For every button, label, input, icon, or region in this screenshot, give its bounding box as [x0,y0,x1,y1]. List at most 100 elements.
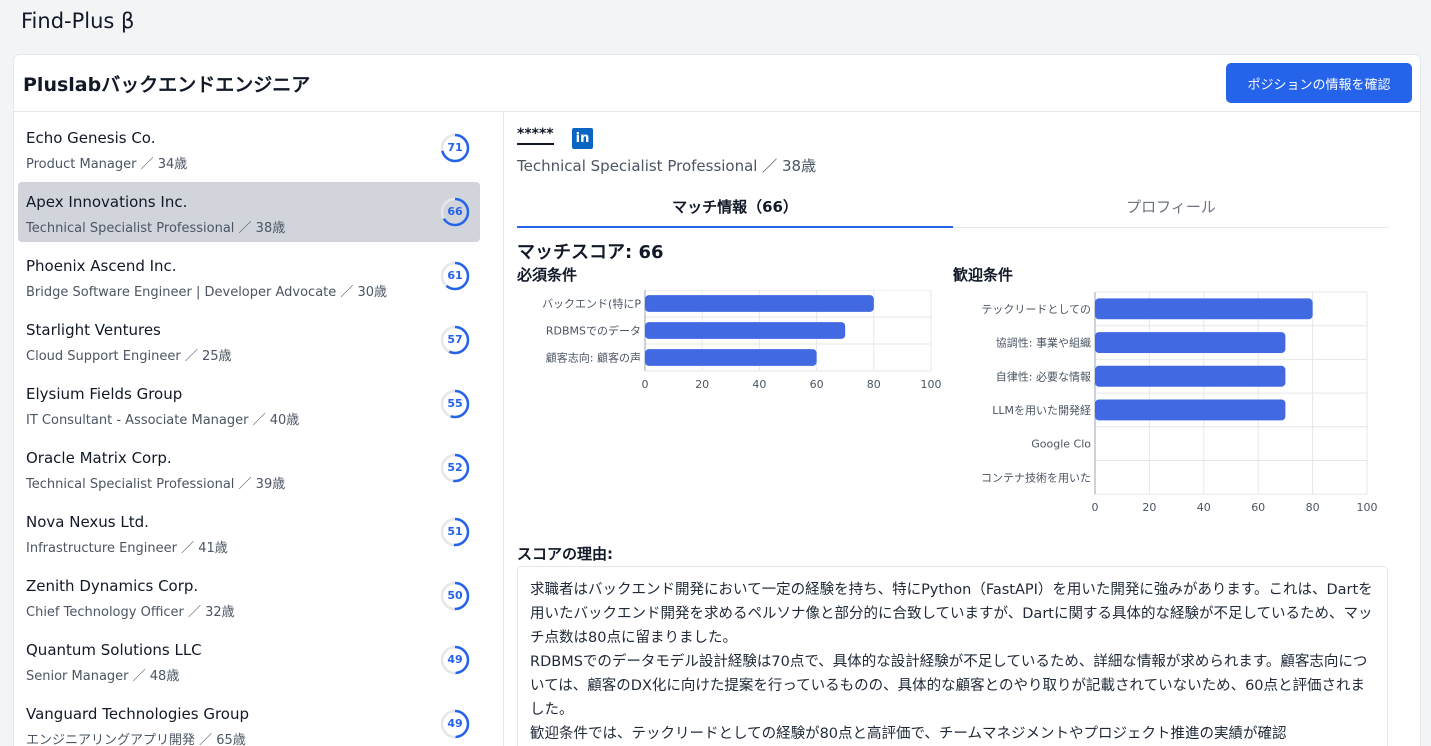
score-value: 61 [447,269,463,282]
score-value: 71 [447,141,463,154]
score-ring: 51 [439,516,471,548]
score-value: 49 [447,717,463,730]
bar [645,295,874,312]
required-conditions-label: 必須条件 [517,266,578,284]
candidate-item[interactable]: Elysium Fields Group IT Consultant - Asso… [18,374,480,434]
candidate-company: Elysium Fields Group [26,385,183,403]
candidate-role-age: Senior Manager ／ 48歳 [26,669,180,684]
candidate-item[interactable]: Quantum Solutions LLC Senior Manager ／ 48… [18,630,480,690]
candidate-role-age: Technical Specialist Professional ／ 38歳 [26,221,286,236]
required-conditions-chart: バックエンド(特にP RDBMSでのデータ顧客志向: 顧客の声0 20 40 60 80 1… [542,290,942,391]
category-label: 顧客志向: 顧客の声 [546,351,641,365]
linkedin-icon[interactable]: in [572,128,593,149]
score-reason-box: 求職者はバックエンド開発において一定の経験を持ち、特にPython（FastAP… [517,566,1388,746]
candidate-role-age: Cloud Support Engineer ／ 25歳 [26,349,232,364]
category-label: RDBMSでのデータ [546,324,641,338]
score-value: 50 [447,589,463,602]
score-ring: 49 [439,644,471,676]
app-title: Find-Plus β [21,9,135,33]
candidate-item[interactable]: Zenith Dynamics Corp. Chief Technology Of… [18,566,480,626]
candidate-company: Starlight Ventures [26,321,161,339]
candidate-company: Vanguard Technologies Group [26,705,250,723]
category-label: バックエンド(特にP [542,297,641,311]
tab-profile[interactable]: プロフィール [953,187,1389,228]
category-label: 自律性: 必要な情報 [996,369,1091,383]
preferred-conditions-label: 歓迎条件 [953,266,1014,284]
candidate-item[interactable]: Phoenix Ascend Inc. Bridge Software Engin… [18,246,480,306]
tab-match-info[interactable]: マッチ情報（66） [517,187,953,228]
candidate-item[interactable]: Nova Nexus Ltd. Infrastructure Engineer ／… [18,502,480,562]
candidate-company: Nova Nexus Ltd. [26,513,149,531]
score-value: 57 [447,333,463,346]
tick-label: 40 [752,378,766,391]
tick-label: 20 [1142,501,1156,514]
candidate-company: Quantum Solutions LLC [26,641,202,659]
candidate-company: Oracle Matrix Corp. [26,449,172,467]
tick-label: 80 [867,378,881,391]
candidate-item[interactable]: Starlight Ventures Cloud Support Engineer… [18,310,480,370]
tick-label: 0 [642,378,649,391]
tick-label: 60 [1251,501,1265,514]
candidate-role-age: Technical Specialist Professional ／ 39歳 [26,477,286,492]
candidate-company: Echo Genesis Co. [26,129,156,147]
main-panel: Pluslabバックエンドエンジニア ポジションの情報を確認 Echo Gene… [13,54,1421,746]
candidate-company: Zenith Dynamics Corp. [26,577,199,595]
score-reason-title: スコアの理由: [517,545,613,563]
tick-label: 60 [810,378,824,391]
candidate-company: Phoenix Ascend Inc. [26,257,177,275]
score-ring: 66 [439,196,471,228]
reason-paragraph: 歓迎条件では、テックリードとしての経験が80点と高評価で、チームマネジメントやプ… [530,726,1287,742]
confirm-position-button[interactable]: ポジションの情報を確認 [1226,63,1412,103]
category-label: コンテナ技術を用いた [981,471,1091,484]
candidate-item[interactable]: Vanguard Technologies Group エンジニアリングアプリ開発… [18,694,480,746]
score-ring: 55 [439,388,471,420]
tick-label: 100 [921,378,942,391]
panel-header: Pluslabバックエンドエンジニア ポジションの情報を確認 [14,55,1420,112]
bar [1095,298,1313,320]
category-label: 協調性: 事業や組織 [996,336,1091,350]
tick-label: 80 [1306,501,1320,514]
score-value: 55 [447,397,463,410]
candidate-role-age: IT Consultant - Associate Manager ／ 40歳 [26,413,300,428]
candidate-subtitle: Technical Specialist Professional ／ 38歳 [517,157,817,175]
candidate-role-age: Infrastructure Engineer ／ 41歳 [26,541,228,556]
candidate-role-age: エンジニアリングアプリ開発 ／ 65歳 [26,733,246,746]
score-value: 51 [447,525,463,538]
tick-label: 0 [1092,501,1099,514]
score-value: 52 [447,461,463,474]
score-ring: 49 [439,708,471,740]
tick-label: 40 [1197,501,1211,514]
candidate-role-age: Product Manager ／ 34歳 [26,157,188,172]
match-score: マッチスコア: 66 [517,242,664,263]
score-ring: 57 [439,324,471,356]
bar [645,322,846,339]
category-label: テックリードとしての [981,303,1091,316]
category-label: Google Clo [1031,438,1091,451]
score-value: 66 [447,205,463,218]
candidate-item[interactable]: Oracle Matrix Corp. Technical Specialist … [18,438,480,498]
bar [645,349,817,366]
candidate-detail: ***** in Technical Specialist Profession… [504,112,1420,746]
candidate-item[interactable]: Apex Innovations Inc. Technical Specialis… [18,182,480,242]
candidate-role-age: Chief Technology Officer ／ 32歳 [26,605,235,620]
category-label: LLMを用いた開発経 [992,403,1091,417]
candidate-role-age: Bridge Software Engineer | Developer Adv… [26,285,388,300]
bar [1095,332,1286,353]
candidate-masked-name: ***** [517,126,554,145]
score-value: 49 [447,653,463,666]
score-ring: 50 [439,580,471,612]
preferred-conditions-chart: テックリードとしての協調性: 事業や組織自律性: 必要な情報 LLMを用いた開発経… [981,291,1378,514]
score-ring: 52 [439,452,471,484]
score-ring: 61 [439,260,471,292]
score-ring: 71 [439,132,471,164]
candidate-item[interactable]: Echo Genesis Co. Product Manager ／ 34歳 71 [18,118,480,178]
reason-paragraph: RDBMSでのデータモデル設計経験は70点で、具体的な設計経験が不足しているため… [530,654,1368,718]
reason-paragraph: 求職者はバックエンド開発において一定の経験を持ち、特にPython（FastAP… [530,582,1373,646]
position-title: Pluslabバックエンドエンジニア [23,74,311,96]
bar [1095,365,1286,387]
candidate-list: Echo Genesis Co. Product Manager ／ 34歳 71 A… [14,112,504,746]
tick-label: 20 [695,378,709,391]
tick-label: 100 [1357,501,1378,514]
candidate-company: Apex Innovations Inc. [26,193,188,211]
bar [1095,399,1286,421]
